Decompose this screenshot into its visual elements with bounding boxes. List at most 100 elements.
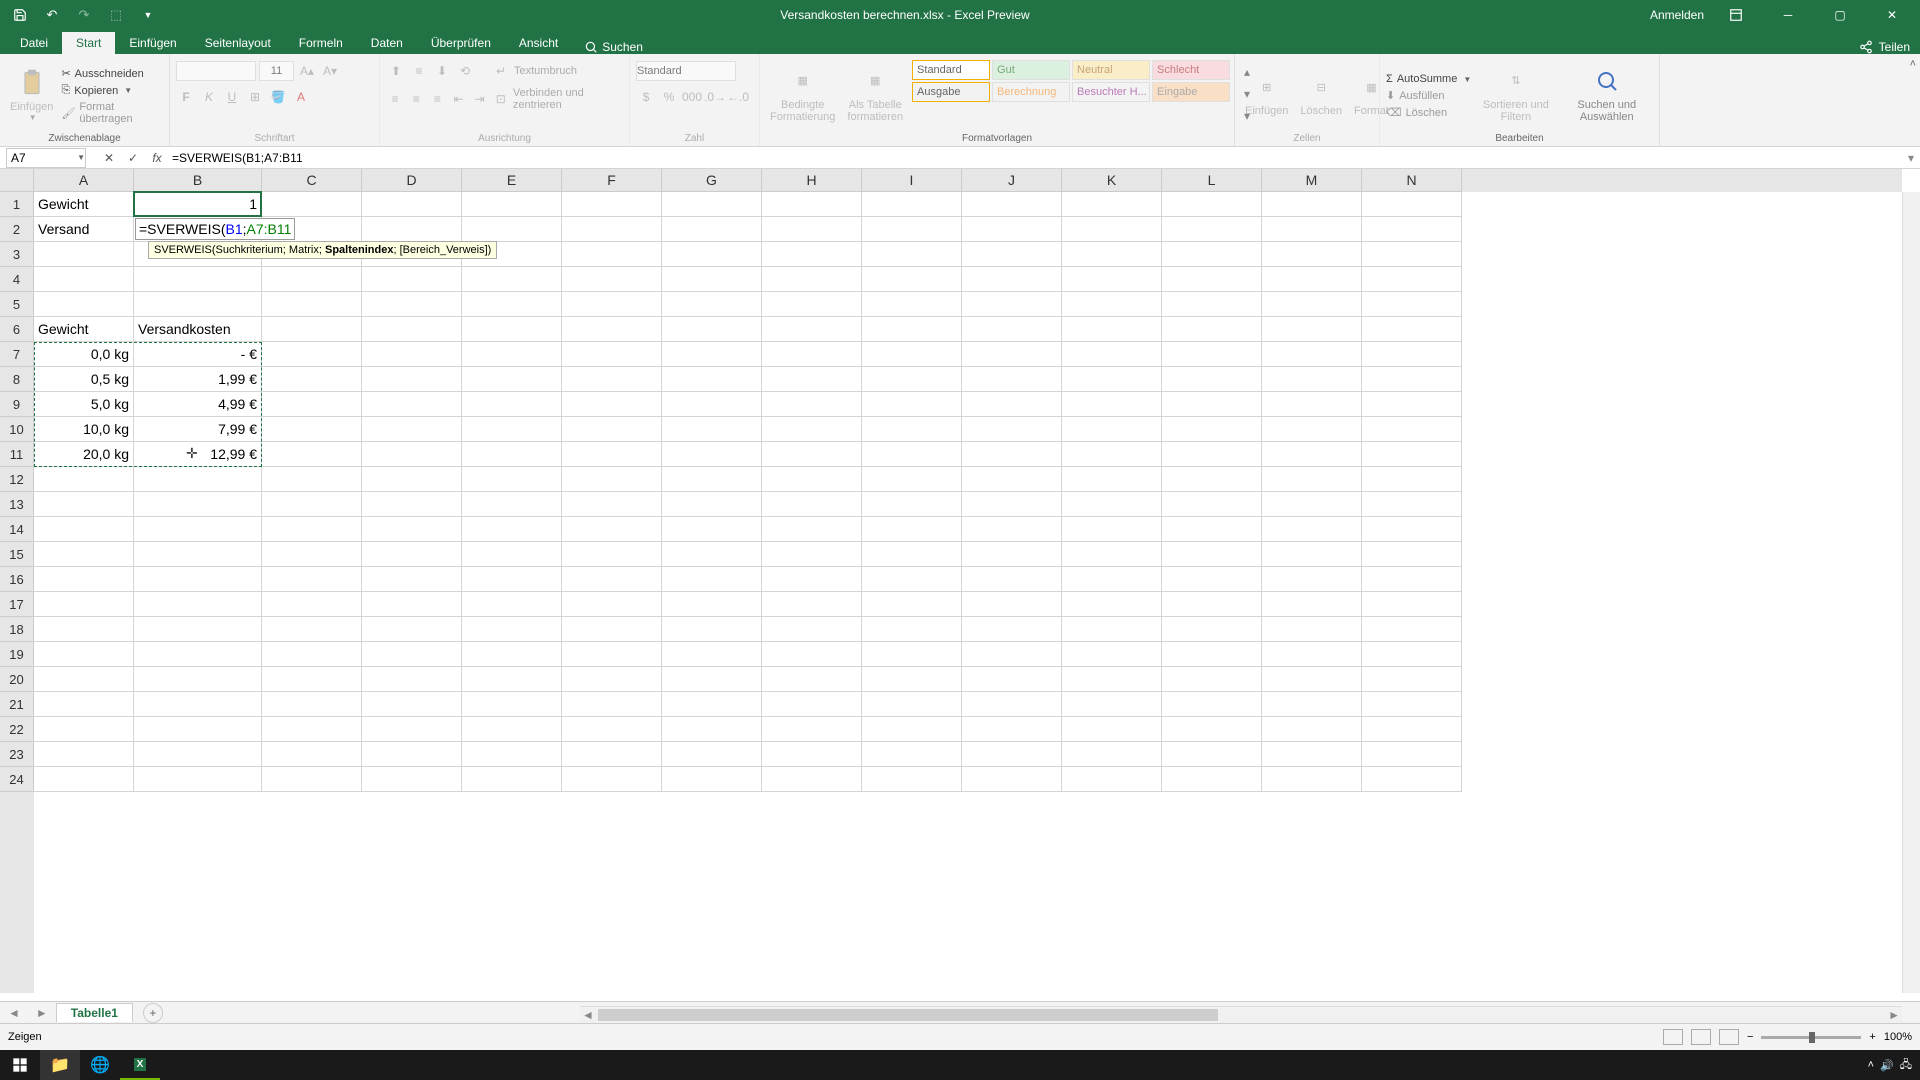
cell-F14[interactable]	[562, 517, 662, 542]
orientation-icon[interactable]: ⟲	[455, 61, 475, 81]
cell-I1[interactable]	[862, 192, 962, 217]
cell-F19[interactable]	[562, 642, 662, 667]
cell-D21[interactable]	[362, 692, 462, 717]
undo-icon[interactable]: ↶	[40, 3, 64, 27]
expand-formula-bar-icon[interactable]: ▾	[1902, 151, 1920, 165]
cell-A19[interactable]	[34, 642, 134, 667]
cell-F4[interactable]	[562, 267, 662, 292]
style-schlecht[interactable]: Schlecht	[1152, 60, 1230, 80]
cell-F11[interactable]	[562, 442, 662, 467]
cell-A17[interactable]	[34, 592, 134, 617]
row-header-21[interactable]: 21	[0, 692, 34, 717]
cell-C1[interactable]	[262, 192, 362, 217]
cell-H12[interactable]	[762, 467, 862, 492]
cell-M24[interactable]	[1262, 767, 1362, 792]
cell-A24[interactable]	[34, 767, 134, 792]
sort-filter-button[interactable]: ⇅Sortieren und Filtern	[1475, 57, 1556, 131]
cell-F24[interactable]	[562, 767, 662, 792]
cell-L12[interactable]	[1162, 467, 1262, 492]
cell-M22[interactable]	[1262, 717, 1362, 742]
cell-edit-overlay[interactable]: =SVERWEIS(B1;A7:B11	[135, 218, 295, 240]
cell-L13[interactable]	[1162, 492, 1262, 517]
cell-M20[interactable]	[1262, 667, 1362, 692]
cell-G4[interactable]	[662, 267, 762, 292]
edge-icon[interactable]: 🌐	[80, 1050, 120, 1080]
col-header-F[interactable]: F	[562, 169, 662, 192]
cell-L11[interactable]	[1162, 442, 1262, 467]
cell-C23[interactable]	[262, 742, 362, 767]
cell-I5[interactable]	[862, 292, 962, 317]
cell-M13[interactable]	[1262, 492, 1362, 517]
cell-A23[interactable]	[34, 742, 134, 767]
file-explorer-icon[interactable]: 📁	[40, 1050, 80, 1080]
cell-E1[interactable]	[462, 192, 562, 217]
cell-I7[interactable]	[862, 342, 962, 367]
cell-L6[interactable]	[1162, 317, 1262, 342]
cell-H17[interactable]	[762, 592, 862, 617]
cell-H22[interactable]	[762, 717, 862, 742]
cell-N11[interactable]	[1362, 442, 1462, 467]
tab-ueberpruefen[interactable]: Überprüfen	[417, 32, 505, 54]
cell-J17[interactable]	[962, 592, 1062, 617]
cell-K10[interactable]	[1062, 417, 1162, 442]
align-middle-icon[interactable]: ≡	[409, 61, 429, 81]
indent-increase-icon[interactable]: ⇥	[471, 89, 489, 109]
row-header-9[interactable]: 9	[0, 392, 34, 417]
cell-B18[interactable]	[134, 617, 262, 642]
cell-F22[interactable]	[562, 717, 662, 742]
cell-C9[interactable]	[262, 392, 362, 417]
cell-K13[interactable]	[1062, 492, 1162, 517]
cell-I9[interactable]	[862, 392, 962, 417]
cell-H2[interactable]	[762, 217, 862, 242]
cell-H19[interactable]	[762, 642, 862, 667]
vertical-scrollbar[interactable]	[1902, 192, 1920, 993]
cell-N5[interactable]	[1362, 292, 1462, 317]
cell-K20[interactable]	[1062, 667, 1162, 692]
cell-C15[interactable]	[262, 542, 362, 567]
cell-D18[interactable]	[362, 617, 462, 642]
cell-L20[interactable]	[1162, 667, 1262, 692]
cell-N6[interactable]	[1362, 317, 1462, 342]
tab-einfuegen[interactable]: Einfügen	[115, 32, 190, 54]
cell-J9[interactable]	[962, 392, 1062, 417]
cell-M1[interactable]	[1262, 192, 1362, 217]
cell-F13[interactable]	[562, 492, 662, 517]
align-center-icon[interactable]: ≡	[407, 89, 425, 109]
cell-I2[interactable]	[862, 217, 962, 242]
cell-N10[interactable]	[1362, 417, 1462, 442]
close-icon[interactable]: ✕	[1872, 3, 1912, 27]
decrease-font-icon[interactable]: A▾	[320, 61, 340, 81]
cell-L23[interactable]	[1162, 742, 1262, 767]
cell-K11[interactable]	[1062, 442, 1162, 467]
cell-D6[interactable]	[362, 317, 462, 342]
cell-J3[interactable]	[962, 242, 1062, 267]
cell-H20[interactable]	[762, 667, 862, 692]
cell-J12[interactable]	[962, 467, 1062, 492]
cell-D17[interactable]	[362, 592, 462, 617]
select-all-corner[interactable]	[0, 169, 34, 192]
fill-button[interactable]: ⬇Ausfüllen	[1386, 89, 1471, 102]
merge-icon[interactable]: ⊡	[492, 89, 510, 109]
cell-H15[interactable]	[762, 542, 862, 567]
spreadsheet-grid[interactable]: ABCDEFGHIJKLMN 1234567891011121314151617…	[0, 169, 1920, 1023]
style-neutral[interactable]: Neutral	[1072, 60, 1150, 80]
cell-I22[interactable]	[862, 717, 962, 742]
cell-I11[interactable]	[862, 442, 962, 467]
cell-I21[interactable]	[862, 692, 962, 717]
cell-C18[interactable]	[262, 617, 362, 642]
cell-B16[interactable]	[134, 567, 262, 592]
cell-I20[interactable]	[862, 667, 962, 692]
cell-M10[interactable]	[1262, 417, 1362, 442]
cell-C21[interactable]	[262, 692, 362, 717]
cell-B7[interactable]: - €	[134, 342, 262, 367]
cell-C8[interactable]	[262, 367, 362, 392]
cell-F21[interactable]	[562, 692, 662, 717]
cell-K14[interactable]	[1062, 517, 1162, 542]
align-left-icon[interactable]: ≡	[386, 89, 404, 109]
cell-A9[interactable]: 5,0 kg	[34, 392, 134, 417]
cell-G5[interactable]	[662, 292, 762, 317]
cell-J1[interactable]	[962, 192, 1062, 217]
cell-E10[interactable]	[462, 417, 562, 442]
cell-L7[interactable]	[1162, 342, 1262, 367]
cell-G17[interactable]	[662, 592, 762, 617]
